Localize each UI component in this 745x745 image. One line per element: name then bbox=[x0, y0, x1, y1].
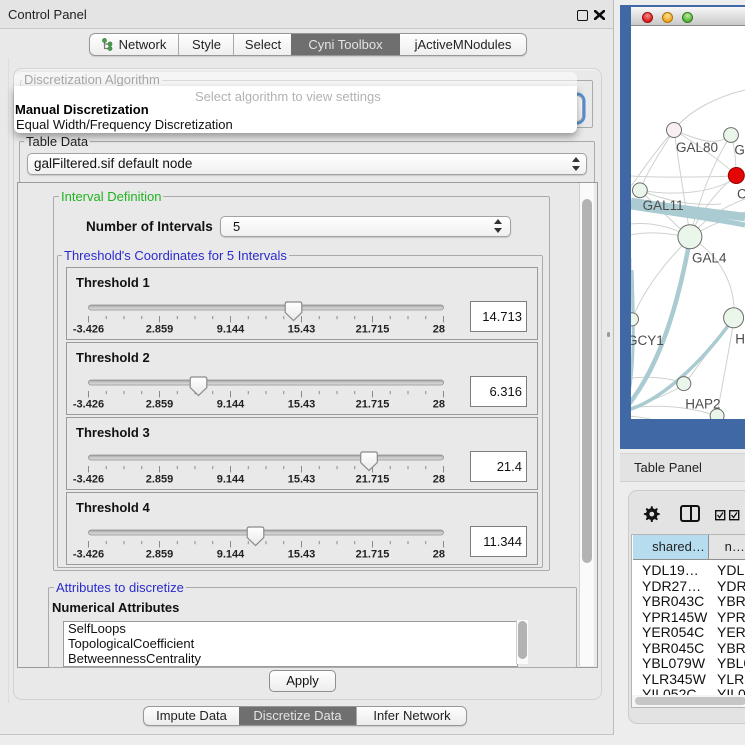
svg-text:2.859: 2.859 bbox=[146, 549, 174, 561]
svg-text:-3.426: -3.426 bbox=[73, 399, 104, 411]
svg-text:CDC1: CDC1 bbox=[737, 187, 745, 202]
svg-text:28: 28 bbox=[433, 549, 445, 561]
svg-text:21.715: 21.715 bbox=[356, 549, 390, 561]
svg-text:-3.426: -3.426 bbox=[73, 549, 104, 561]
svg-text:15.43: 15.43 bbox=[288, 474, 316, 486]
svg-text:28: 28 bbox=[433, 324, 445, 336]
svg-text:21.715: 21.715 bbox=[356, 474, 390, 486]
svg-text:15.43: 15.43 bbox=[288, 549, 316, 561]
svg-text:9.144: 9.144 bbox=[217, 549, 245, 561]
svg-text:15.43: 15.43 bbox=[288, 324, 316, 336]
svg-text:9.144: 9.144 bbox=[217, 399, 245, 411]
svg-text:9.144: 9.144 bbox=[217, 474, 245, 486]
svg-text:-3.426: -3.426 bbox=[73, 474, 104, 486]
svg-text:9.144: 9.144 bbox=[217, 324, 245, 336]
svg-text:21.715: 21.715 bbox=[356, 399, 390, 411]
svg-text:15.43: 15.43 bbox=[288, 399, 316, 411]
svg-text:GAL11: GAL11 bbox=[643, 198, 684, 213]
svg-text:28: 28 bbox=[433, 474, 445, 486]
svg-text:21.715: 21.715 bbox=[356, 324, 390, 336]
svg-text:2.859: 2.859 bbox=[146, 324, 174, 336]
svg-text:GAL4: GAL4 bbox=[734, 143, 745, 158]
svg-text:28: 28 bbox=[433, 399, 445, 411]
svg-text:GAL80: GAL80 bbox=[676, 140, 718, 155]
svg-text:-3.426: -3.426 bbox=[73, 324, 104, 336]
svg-text:HAP2: HAP2 bbox=[685, 397, 720, 412]
svg-text:2.859: 2.859 bbox=[146, 399, 174, 411]
svg-text:GCY1: GCY1 bbox=[631, 333, 664, 348]
svg-text:HA: HA bbox=[735, 332, 745, 347]
svg-text:2.859: 2.859 bbox=[146, 474, 174, 486]
svg-text:GAL4: GAL4 bbox=[692, 251, 727, 266]
